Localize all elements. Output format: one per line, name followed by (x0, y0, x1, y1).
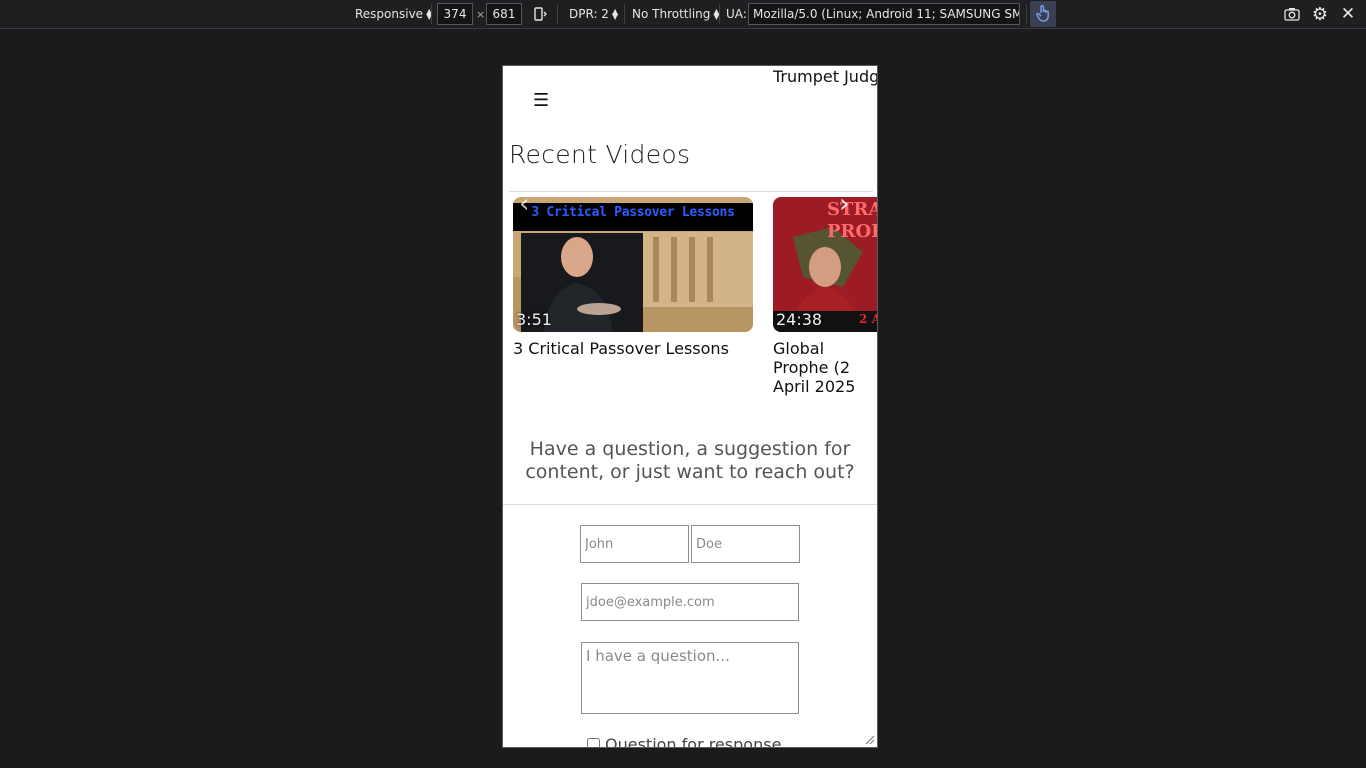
first-name-input[interactable] (580, 525, 689, 563)
video-duration: 3:51 (516, 310, 552, 329)
screenshot-icon[interactable] (1282, 4, 1302, 24)
resize-handle-icon[interactable] (865, 735, 875, 745)
thumbnail-badge: 2 A (859, 312, 877, 326)
dpr-label: DPR: 2 (569, 7, 609, 21)
email-field[interactable] (581, 583, 799, 621)
ua-label: UA: (726, 7, 747, 21)
device-label: Responsive (355, 7, 424, 21)
touch-icon (1035, 4, 1051, 25)
carousel-prev-icon[interactable]: ‹ (519, 191, 543, 218)
site-title[interactable]: Trumpet Judg (773, 67, 877, 86)
devtools-toolbar: Responsive ▲ ▼ 374 × 681 DPR: 2 ▲ ▼ No Thr… (0, 0, 1366, 29)
close-icon[interactable]: ✕ (1338, 4, 1358, 24)
separator (431, 4, 432, 24)
device-select[interactable]: Responsive ▲ ▼ (355, 0, 432, 28)
throttling-select[interactable]: No Throttling ▲ ▼ (632, 0, 720, 28)
rotate-icon[interactable] (530, 4, 550, 24)
video-title[interactable]: Global Prophe (2 April 2025 (773, 339, 877, 396)
carousel-next-icon[interactable]: › (839, 191, 863, 218)
dpr-select[interactable]: DPR: 2 ▲ ▼ (569, 0, 618, 28)
video-title[interactable]: 3 Critical Passover Lessons (513, 339, 753, 358)
device-viewport: Trumpet Judg ☰ Recent Videos 3 Critical … (502, 65, 878, 748)
width-input[interactable]: 374 (437, 3, 473, 25)
checkbox-label: Question for response (605, 735, 782, 748)
divider (503, 504, 877, 505)
touch-simulation-button[interactable] (1030, 1, 1056, 27)
height-input[interactable]: 681 (486, 3, 522, 25)
throttling-label: No Throttling (632, 7, 711, 21)
times-sign: × (476, 7, 486, 21)
menu-icon[interactable]: ☰ (533, 90, 549, 111)
divider (509, 191, 873, 192)
contact-heading: Have a question, a suggestion for conten… (525, 438, 855, 483)
separator (624, 4, 625, 24)
last-name-input[interactable] (691, 525, 800, 563)
message-textarea[interactable] (581, 642, 799, 714)
video-duration: 24:38 (776, 310, 823, 329)
user-agent-input[interactable]: Mozilla/5.0 (Linux; Android 11; SAMSUNG … (748, 3, 1020, 25)
separator (719, 4, 720, 24)
separator (1026, 4, 1027, 24)
response-checkbox[interactable] (587, 738, 600, 747)
separator (557, 4, 558, 24)
updown-icon: ▲ ▼ (611, 7, 619, 21)
settings-icon[interactable]: ⚙ (1310, 4, 1330, 25)
video-thumbnail[interactable]: 3 Critical Passover Lessons 3:51 (513, 197, 753, 332)
recent-videos-heading: Recent Videos (509, 140, 691, 169)
thumbnail-caption: 3 Critical Passover Lessons (531, 205, 735, 220)
